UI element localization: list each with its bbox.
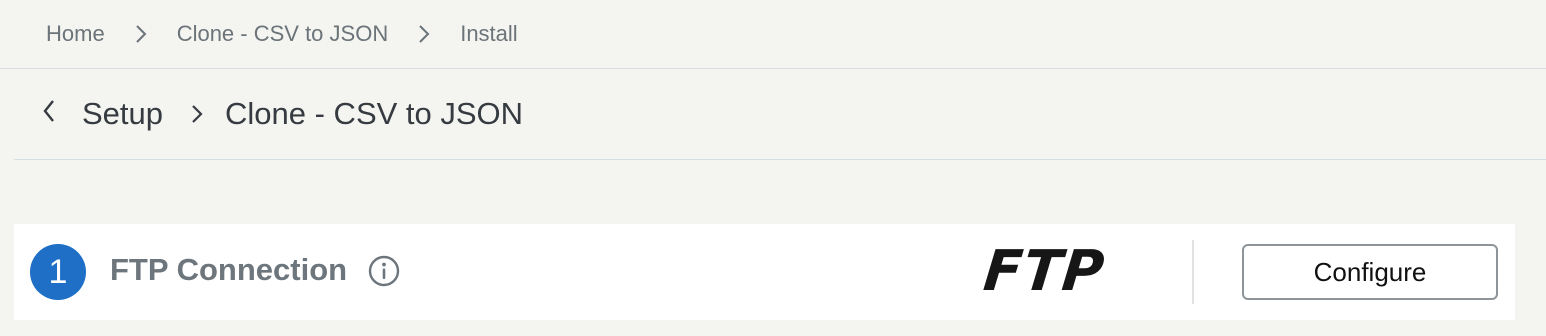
step-number-badge: 1 — [30, 244, 86, 300]
chevron-right-icon — [418, 24, 430, 44]
ftp-logo: FTP — [980, 239, 1108, 304]
setup-link[interactable]: Setup — [82, 96, 163, 132]
page-title: Clone - CSV to JSON — [225, 96, 524, 131]
breadcrumb-current: Install — [460, 21, 518, 46]
step-title: FTP Connection — [110, 252, 348, 287]
configure-button[interactable]: Configure — [1242, 244, 1498, 300]
breadcrumb-recipe[interactable]: Clone - CSV to JSON — [177, 21, 389, 47]
divider — [1192, 240, 1194, 304]
chevron-right-icon — [135, 24, 147, 44]
breadcrumb: Home Clone - CSV to JSON Install — [0, 0, 1546, 69]
chevron-right-icon — [191, 103, 203, 125]
chevron-left-icon — [42, 96, 56, 132]
step-card: 1 FTP Connection FTP Configure — [14, 224, 1515, 320]
breadcrumb-home[interactable]: Home — [46, 21, 105, 47]
sub-header: Setup Clone - CSV to JSON — [14, 69, 1546, 160]
back-button[interactable] — [42, 96, 56, 132]
info-icon[interactable] — [368, 255, 400, 287]
